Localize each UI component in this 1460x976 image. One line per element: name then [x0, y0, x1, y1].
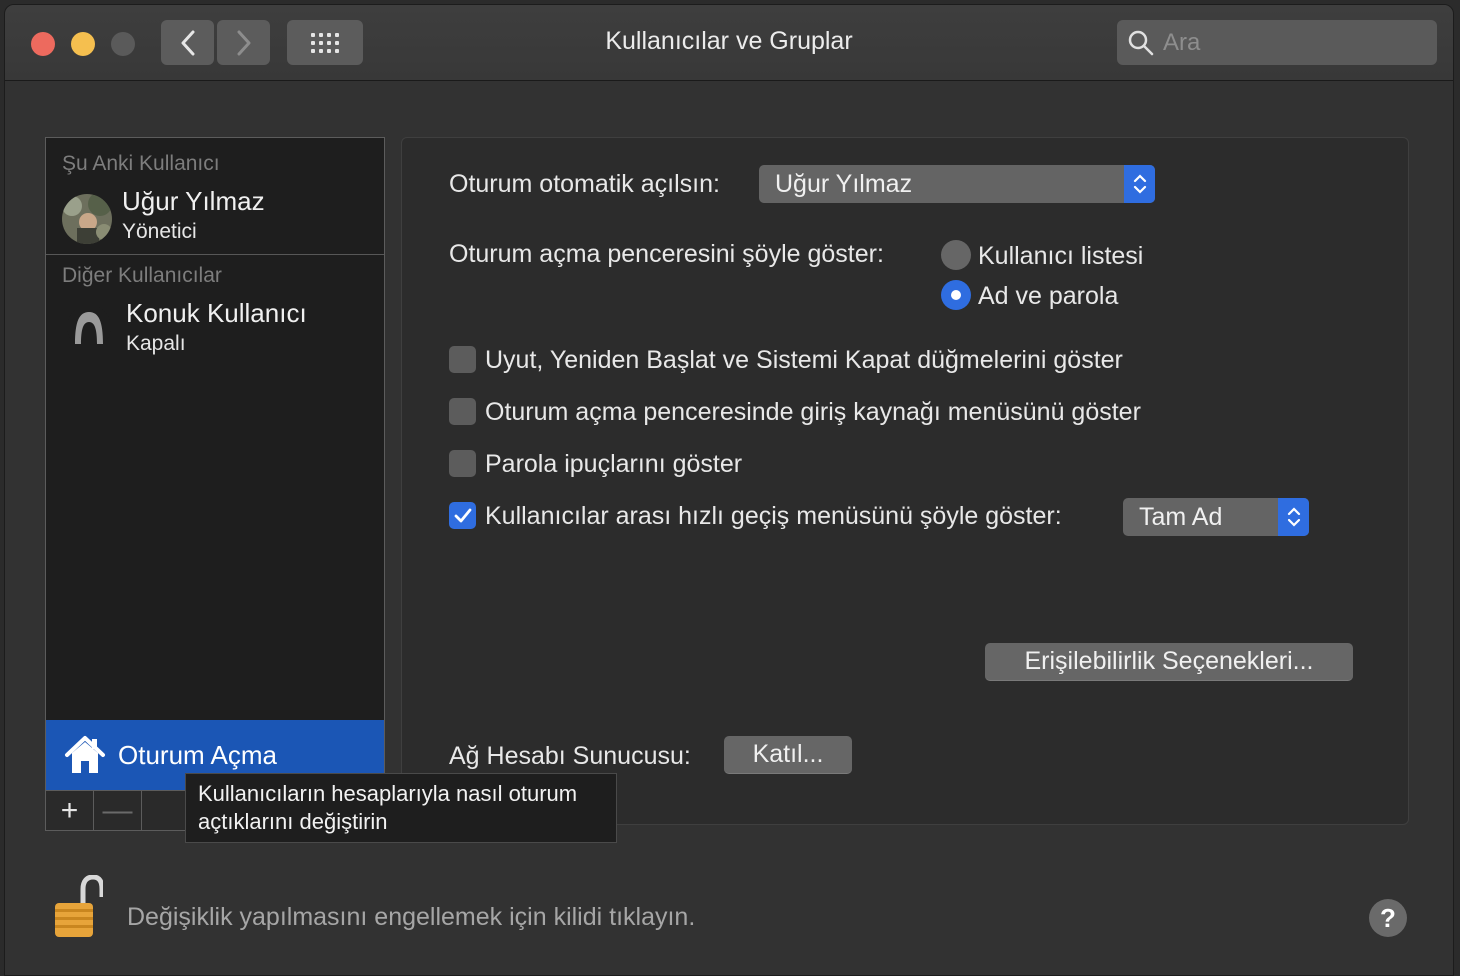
current-user-name: Uğur Yılmaz — [122, 186, 265, 216]
tooltip: Kullanıcıların hesaplarıyla nasıl oturum… — [185, 773, 617, 843]
search-field[interactable] — [1117, 20, 1437, 65]
accessibility-options-button[interactable]: Erişilebilirlik Seçenekleri... — [985, 643, 1353, 681]
checkbox-input-menu[interactable] — [449, 398, 476, 425]
display-window-label: Oturum açma penceresini şöyle göster: — [449, 240, 884, 268]
radio-user-list[interactable] — [941, 240, 971, 270]
checkbox-input-menu-label[interactable]: Oturum açma penceresinde giriş kaynağı m… — [485, 398, 1141, 427]
radio-name-password[interactable] — [941, 280, 971, 310]
auto-login-label: Oturum otomatik açılsın: — [449, 170, 720, 198]
fast-switch-popup[interactable]: Tam Ad — [1123, 498, 1309, 536]
current-user-role: Yönetici — [122, 220, 197, 243]
add-user-button[interactable]: + — [46, 791, 94, 830]
search-input[interactable] — [1163, 28, 1423, 57]
guest-user-status: Kapalı — [126, 332, 186, 355]
lock-instruction-text: Değişiklik yapılmasını engellemek için k… — [127, 903, 696, 931]
guest-user-row[interactable]: Konuk Kullanıcı Kapalı — [46, 290, 384, 362]
radio-name-password-label[interactable]: Ad ve parola — [978, 282, 1118, 311]
guest-avatar-icon — [66, 304, 112, 350]
checkbox-sleep-restart-shutdown[interactable] — [449, 346, 476, 373]
fast-switch-value: Tam Ad — [1139, 502, 1223, 531]
updown-chevron-icon — [1278, 498, 1309, 536]
user-list-sidebar: Şu Anki Kullanıcı Uğur Yılmaz Yönetici D… — [45, 137, 385, 831]
checkbox-password-hints-label[interactable]: Parola ipuçlarını göster — [485, 450, 742, 479]
current-user-header: Şu Anki Kullanıcı — [62, 152, 220, 175]
title-bar: Kullanıcılar ve Gruplar — [5, 5, 1453, 81]
checkbox-fast-user-switching-label[interactable]: Kullanıcılar arası hızlı geçiş menüsünü … — [485, 502, 1062, 531]
network-server-label: Ağ Hesabı Sunucusu: — [449, 742, 691, 770]
checkmark-icon — [454, 508, 471, 522]
tooltip-line-2: açtıklarını değiştirin — [198, 809, 388, 834]
updown-chevron-icon — [1124, 165, 1155, 203]
join-button[interactable]: Katıl... — [724, 736, 852, 774]
current-user-row[interactable]: Uğur Yılmaz Yönetici — [46, 178, 384, 250]
house-icon — [65, 736, 105, 773]
divider — [46, 254, 384, 255]
checkbox-sleep-restart-shutdown-label[interactable]: Uyut, Yeniden Başlat ve Sistemi Kapat dü… — [485, 346, 1123, 375]
checkbox-fast-user-switching[interactable] — [449, 502, 476, 529]
tooltip-line-1: Kullanıcıların hesaplarıyla nasıl oturum — [198, 781, 578, 806]
search-icon — [1128, 30, 1154, 55]
preferences-window: Kullanıcılar ve Gruplar Şu Anki Kullanıc… — [4, 4, 1454, 976]
guest-user-name: Konuk Kullanıcı — [126, 298, 307, 328]
remove-user-button[interactable]: — — [94, 791, 142, 830]
auto-login-value: Uğur Yılmaz — [775, 169, 913, 198]
other-users-header: Diğer Kullanıcılar — [62, 264, 222, 287]
action-menu-button[interactable] — [142, 791, 190, 830]
login-options-label: Oturum Açma — [118, 739, 277, 770]
checkbox-password-hints[interactable] — [449, 450, 476, 477]
auto-login-popup[interactable]: Uğur Yılmaz — [759, 165, 1155, 203]
unlocked-padlock-icon[interactable] — [53, 874, 105, 941]
radio-user-list-label[interactable]: Kullanıcı listesi — [978, 242, 1143, 271]
help-button[interactable]: ? — [1369, 899, 1407, 937]
login-options-panel: Oturum otomatik açılsın: Uğur Yılmaz Otu… — [401, 137, 1409, 825]
user-avatar — [62, 194, 112, 244]
